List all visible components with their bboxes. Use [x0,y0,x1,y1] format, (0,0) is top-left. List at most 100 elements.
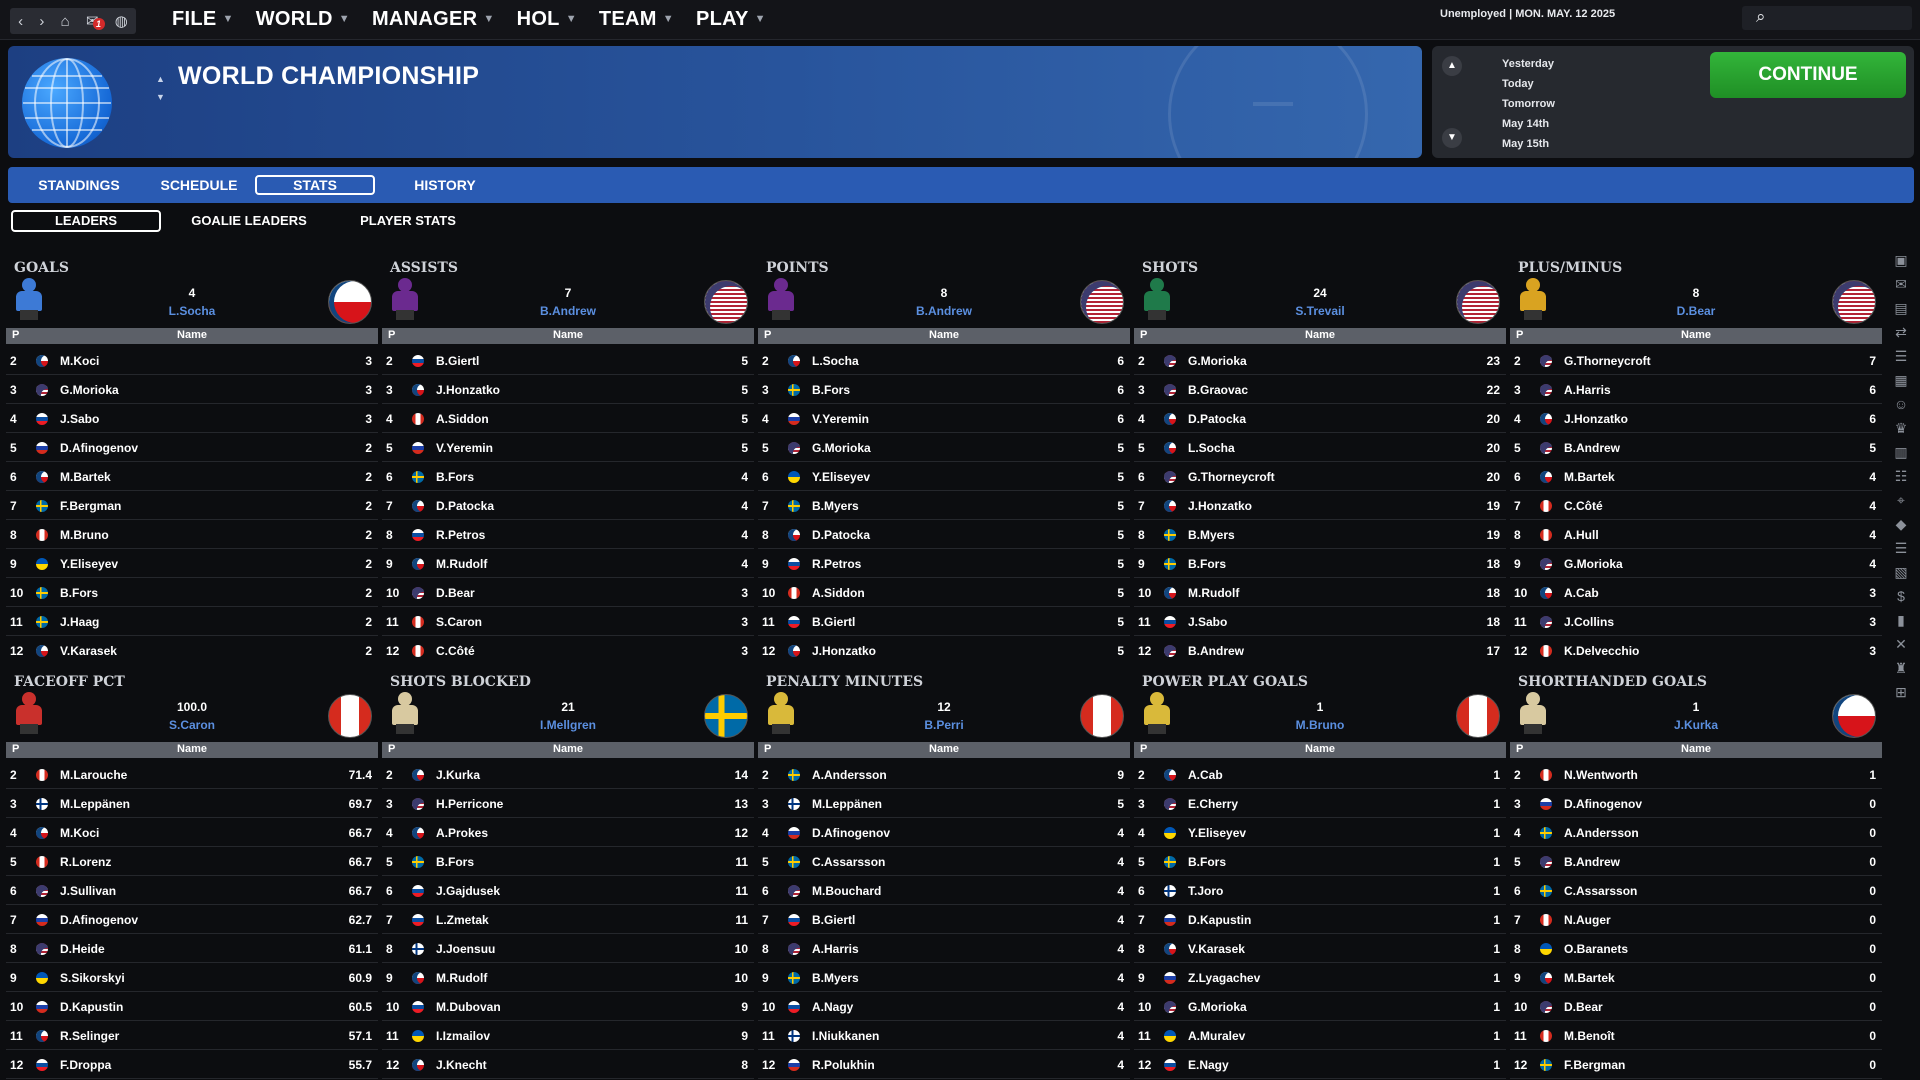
table-row[interactable]: 3 D.Afinogenov 0 [1510,789,1882,818]
table-row[interactable]: 8 R.Petros 4 [382,520,754,549]
player-name[interactable]: B.Andrew [1564,441,1620,455]
player-name[interactable]: B.Fors [1188,855,1226,869]
player-name[interactable]: V.Karasek [60,644,117,658]
clipboard-icon[interactable]: ▥ [1888,440,1914,464]
table-row[interactable]: 11 S.Caron 3 [382,607,754,636]
table-row[interactable]: 6 M.Bouchard 4 [758,876,1130,905]
table-row[interactable]: 12 F.Bergman 0 [1510,1050,1882,1079]
player-name[interactable]: A.Siddon [812,586,865,600]
player-name[interactable]: N.Wentworth [1564,768,1638,782]
table-row[interactable]: 10 A.Cab 3 [1510,578,1882,607]
player-name[interactable]: J.Sabo [1188,615,1227,629]
player-name[interactable]: D.Patocka [1188,412,1246,426]
table-row[interactable]: 4 Y.Eliseyev 1 [1134,818,1506,847]
player-name[interactable]: F.Droppa [60,1058,111,1072]
leader-name[interactable]: I.Mellgren [442,718,694,732]
table-row[interactable]: 9 G.Morioka 4 [1510,549,1882,578]
col-name[interactable]: Name [1134,743,1506,755]
player-name[interactable]: I.Niukkanen [812,1029,879,1043]
player-name[interactable]: D.Kapustin [1188,913,1251,927]
leader-name[interactable]: B.Perri [818,718,1070,732]
player-name[interactable]: J.Haag [60,615,99,629]
player-name[interactable]: J.Honzatko [812,644,876,658]
player-name[interactable]: C.Assarsson [812,855,885,869]
player-name[interactable]: S.Sikorskyi [60,971,125,985]
table-row[interactable]: 4 J.Honzatko 6 [1510,404,1882,433]
player-name[interactable]: Y.Eliseyev [812,470,870,484]
table-row[interactable]: 12 R.Polukhin 4 [758,1050,1130,1079]
table-row[interactable]: 3 H.Perricone 13 [382,789,754,818]
table-row[interactable]: 2 G.Thorneycroft 7 [1510,346,1882,375]
table-row[interactable]: 10 B.Fors 2 [6,578,378,607]
people-icon[interactable]: ☺ [1888,392,1914,416]
forward-icon[interactable]: › [39,13,44,30]
player-name[interactable]: J.Knecht [436,1058,487,1072]
date-item[interactable]: Yesterday [1502,54,1555,74]
leader-name[interactable]: M.Bruno [1194,718,1446,732]
continue-button[interactable]: CONTINUE [1710,52,1906,98]
table-row[interactable]: 11 B.Giertl 5 [758,607,1130,636]
player-name[interactable]: D.Afinogenov [60,913,138,927]
table-row[interactable]: 5 R.Lorenz 66.7 [6,847,378,876]
table-row[interactable]: 7 J.Honzatko 19 [1134,491,1506,520]
player-name[interactable]: R.Polukhin [812,1058,875,1072]
player-name[interactable]: S.Caron [436,615,482,629]
player-name[interactable]: L.Socha [1188,441,1235,455]
table-row[interactable]: 7 L.Zmetak 11 [382,905,754,934]
inbox-icon[interactable]: ▤ [1888,296,1914,320]
table-row[interactable]: 12 C.Côté 3 [382,636,754,662]
menu-manager[interactable]: MANAGER ▼ [372,8,495,31]
player-name[interactable]: J.Honzatko [436,383,500,397]
player-name[interactable]: M.Rudolf [436,971,487,985]
table-row[interactable]: 7 N.Auger 0 [1510,905,1882,934]
player-name[interactable]: B.Myers [812,971,859,985]
table-row[interactable]: 11 J.Sabo 18 [1134,607,1506,636]
table-row[interactable]: 6 T.Joro 1 [1134,876,1506,905]
menu-hol[interactable]: HOL ▼ [517,8,577,31]
table-row[interactable]: 5 B.Andrew 0 [1510,847,1882,876]
table-row[interactable]: 12 F.Droppa 55.7 [6,1050,378,1079]
table-row[interactable]: 10 G.Morioka 1 [1134,992,1506,1021]
table-row[interactable]: 11 R.Selinger 57.1 [6,1021,378,1050]
tab-history[interactable]: HISTORY [390,175,500,195]
table-row[interactable]: 3 G.Morioka 3 [6,375,378,404]
date-item[interactable]: May 14th [1502,114,1555,134]
player-name[interactable]: F.Bergman [60,499,121,513]
table-row[interactable]: 4 V.Yeremin 6 [758,404,1130,433]
player-name[interactable]: J.Honzatko [1564,412,1628,426]
player-name[interactable]: M.Leppänen [812,797,882,811]
player-name[interactable]: M.Bartek [1564,971,1615,985]
player-name[interactable]: B.Myers [1188,528,1235,542]
menu-team[interactable]: TEAM ▼ [599,8,674,31]
table-row[interactable]: 8 V.Karasek 1 [1134,934,1506,963]
player-name[interactable]: V.Yeremin [436,441,493,455]
player-name[interactable]: A.Andersson [812,768,887,782]
player-name[interactable]: J.Kurka [436,768,480,782]
table-row[interactable]: 8 B.Myers 19 [1134,520,1506,549]
player-name[interactable]: G.Morioka [1564,557,1623,571]
table-row[interactable]: 2 N.Wentworth 1 [1510,760,1882,789]
player-name[interactable]: O.Baranets [1564,942,1628,956]
table-row[interactable]: 9 B.Myers 4 [758,963,1130,992]
table-row[interactable]: 7 F.Bergman 2 [6,491,378,520]
leader-name[interactable]: S.Trevail [1194,304,1446,318]
player-name[interactable]: B.Giertl [812,615,855,629]
player-name[interactable]: G.Morioka [812,441,871,455]
globe-icon[interactable]: ◍ [115,12,128,30]
player-name[interactable]: M.Rudolf [436,557,487,571]
player-name[interactable]: A.Cab [1188,768,1223,782]
col-name[interactable]: Name [382,329,754,341]
table-row[interactable]: 9 S.Sikorskyi 60.9 [6,963,378,992]
table-row[interactable]: 11 I.Niukkanen 4 [758,1021,1130,1050]
table-row[interactable]: 8 M.Bruno 2 [6,520,378,549]
scout-icon[interactable]: ⌖ [1888,488,1914,512]
col-name[interactable]: Name [1134,329,1506,341]
table-row[interactable]: 5 D.Afinogenov 2 [6,433,378,462]
arrow-up-icon[interactable]: ▲ [156,70,165,88]
table-row[interactable]: 11 J.Haag 2 [6,607,378,636]
player-name[interactable]: I.Izmailov [436,1029,490,1043]
table-row[interactable]: 9 M.Rudolf 10 [382,963,754,992]
leader-name[interactable]: D.Bear [1570,304,1822,318]
table-row[interactable]: 3 B.Graovac 22 [1134,375,1506,404]
table-row[interactable]: 4 J.Sabo 3 [6,404,378,433]
